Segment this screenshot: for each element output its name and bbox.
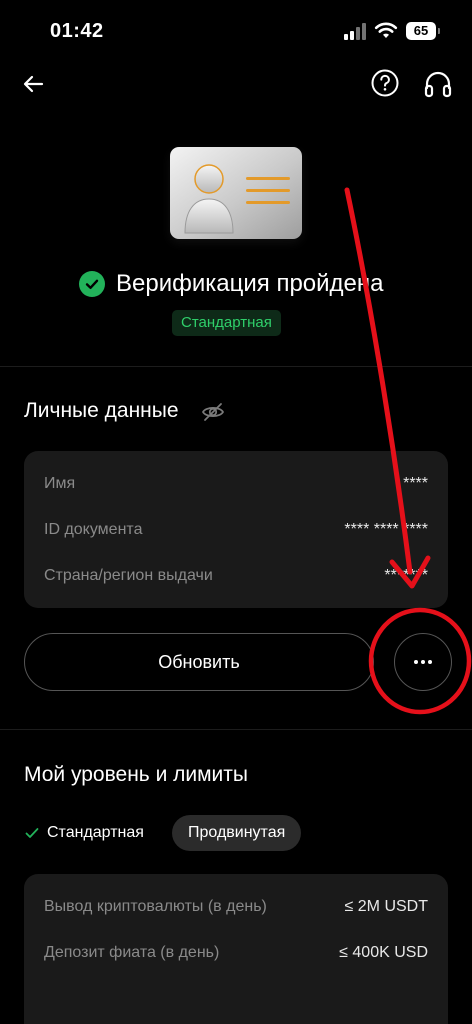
personal-data-title: Личные данные [24, 399, 179, 422]
row-value-name: **** [403, 475, 428, 492]
row-value-issuing-country: ******* [384, 567, 428, 584]
personal-data-card: Имя **** ID документа **** **** **** Стр… [24, 451, 448, 608]
verification-level-badge: Стандартная [172, 310, 281, 336]
divider [0, 366, 472, 367]
eye-off-icon[interactable] [201, 400, 225, 424]
cellular-signal-icon [344, 22, 366, 40]
more-options-button[interactable] [394, 633, 452, 691]
row-value-fiat-deposit: ≤ 400K USD [339, 944, 428, 961]
row-label-name: Имя [44, 475, 76, 492]
status-time: 01:42 [50, 20, 104, 42]
row-label-issuing-country: Страна/регион выдачи [44, 567, 213, 584]
id-card-person-icon [184, 164, 290, 234]
row-value-document-id: **** **** **** [344, 521, 428, 538]
limits-card: Вывод криптовалюты (в день) ≤ 2M USDT Де… [24, 874, 448, 1024]
tab-standard-label: Стандартная [47, 824, 144, 841]
row-label-crypto-withdrawal: Вывод криптовалюты (в день) [44, 898, 267, 915]
row-label-fiat-deposit: Депозит фиата (в день) [44, 944, 220, 961]
verification-status: Верификация пройдена [79, 268, 384, 300]
more-dots-icon [414, 660, 432, 664]
help-icon[interactable] [370, 68, 400, 98]
row-value-crypto-withdrawal: ≤ 2M USDT [344, 898, 428, 915]
wifi-icon [374, 22, 398, 38]
battery-indicator: 65 [406, 22, 440, 40]
divider [0, 729, 472, 730]
checkmark-icon [25, 828, 39, 838]
headphones-support-icon[interactable] [422, 68, 454, 100]
tab-advanced[interactable]: Продвинутая [172, 815, 302, 851]
tab-standard[interactable]: Стандартная [24, 820, 144, 846]
update-button[interactable]: Обновить [24, 633, 374, 691]
verification-title: Верификация пройдена [116, 270, 384, 297]
row-label-document-id: ID документа [44, 521, 143, 538]
id-card-illustration [170, 147, 302, 239]
limits-title: Мой уровень и лимиты [24, 763, 248, 786]
back-arrow-icon[interactable] [20, 70, 48, 98]
check-circle-icon [79, 271, 105, 297]
